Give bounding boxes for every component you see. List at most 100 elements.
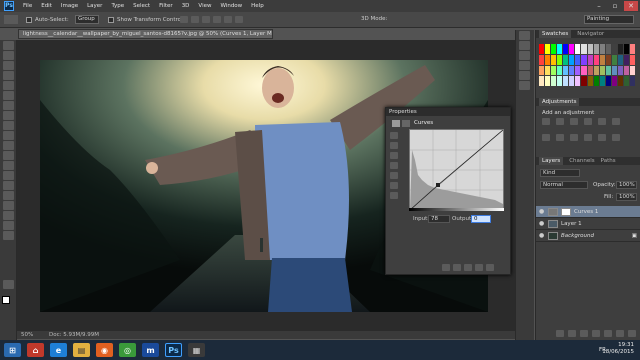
- system-clock[interactable]: 19:31 18/06/2015: [602, 342, 634, 356]
- swatch[interactable]: [557, 76, 563, 86]
- path-select-tool-icon[interactable]: [3, 201, 14, 210]
- swatch[interactable]: [611, 44, 617, 54]
- swatch[interactable]: [599, 44, 605, 54]
- swatch[interactable]: [593, 65, 599, 76]
- swatch[interactable]: [545, 76, 551, 86]
- swatch[interactable]: [539, 54, 545, 65]
- swatch[interactable]: [551, 44, 557, 54]
- swatch[interactable]: [617, 44, 623, 54]
- fill-field[interactable]: 100%: [616, 193, 637, 201]
- swatch[interactable]: [587, 76, 593, 86]
- paragraph-panel-icon[interactable]: [519, 71, 530, 80]
- taskbar-ie-icon[interactable]: e: [50, 343, 67, 357]
- brush-tool-icon[interactable]: [3, 111, 14, 120]
- menu-type[interactable]: Type: [111, 3, 124, 9]
- menu-filter[interactable]: Filter: [159, 3, 173, 9]
- document-tab[interactable]: lightness__calendar__wallpaper_by_miguel…: [18, 29, 273, 39]
- taskbar-chrome-icon[interactable]: ◎: [119, 343, 136, 357]
- swatch[interactable]: [629, 76, 635, 86]
- point-edit-icon[interactable]: [390, 172, 398, 179]
- align-top-icon[interactable]: [180, 16, 188, 23]
- swatch[interactable]: [617, 65, 623, 76]
- marquee-tool-icon[interactable]: [3, 51, 14, 60]
- history-brush-tool-icon[interactable]: [3, 131, 14, 140]
- swatch[interactable]: [617, 54, 623, 65]
- swatch[interactable]: [551, 54, 557, 65]
- new-layer-icon[interactable]: [616, 330, 624, 337]
- swatch[interactable]: [587, 44, 593, 54]
- swatch[interactable]: [581, 65, 587, 76]
- swatch[interactable]: [563, 76, 569, 86]
- tab-swatches[interactable]: Swatches: [539, 30, 572, 38]
- close-icon[interactable]: ✕: [624, 1, 638, 11]
- mask-thumb[interactable]: [561, 207, 571, 216]
- swatch[interactable]: [617, 76, 623, 86]
- reset-icon[interactable]: [464, 264, 472, 271]
- swatch[interactable]: [545, 65, 551, 76]
- swatch[interactable]: [605, 76, 611, 86]
- trash-icon[interactable]: [628, 330, 636, 337]
- opacity-field[interactable]: 100%: [616, 181, 637, 189]
- blend-mode-dropdown[interactable]: Normal: [540, 181, 588, 189]
- type-tool-icon[interactable]: [3, 191, 14, 200]
- swatch[interactable]: [593, 54, 599, 65]
- swatch[interactable]: [569, 54, 575, 65]
- character-panel-icon[interactable]: [519, 61, 530, 70]
- swatch[interactable]: [575, 76, 581, 86]
- menu-file[interactable]: File: [23, 3, 32, 9]
- swatch[interactable]: [593, 44, 599, 54]
- maximize-icon[interactable]: ▫: [608, 1, 622, 11]
- align-right-icon[interactable]: [235, 16, 243, 23]
- hand-tool-icon[interactable]: [3, 221, 14, 230]
- minimize-icon[interactable]: –: [592, 1, 606, 11]
- add-mask-icon[interactable]: [580, 330, 588, 337]
- menu-view[interactable]: View: [198, 3, 211, 9]
- tab-channels[interactable]: Channels: [569, 157, 594, 165]
- menu-image[interactable]: Image: [61, 3, 78, 9]
- eye-icon[interactable]: ●: [539, 220, 545, 227]
- clip-layer-icon[interactable]: [442, 264, 450, 271]
- show-transform-checkbox[interactable]: [108, 17, 114, 23]
- on-image-adjust-icon[interactable]: [390, 132, 398, 139]
- new-group-icon[interactable]: [604, 330, 612, 337]
- mask-icon[interactable]: [402, 120, 410, 127]
- levels-icon[interactable]: [556, 118, 564, 125]
- start-button[interactable]: ⊞: [4, 343, 21, 357]
- curves-graph[interactable]: [409, 129, 504, 211]
- swatch[interactable]: [563, 54, 569, 65]
- auto-select-dropdown[interactable]: Group: [75, 15, 99, 24]
- smooth-curve-icon[interactable]: [390, 192, 398, 199]
- align-left-icon[interactable]: [213, 16, 221, 23]
- swatch[interactable]: [581, 44, 587, 54]
- swatch[interactable]: [629, 54, 635, 65]
- swatch[interactable]: [629, 65, 635, 76]
- swatch[interactable]: [605, 54, 611, 65]
- tab-layers[interactable]: Layers: [539, 157, 564, 165]
- swatch[interactable]: [557, 65, 563, 76]
- shape-tool-icon[interactable]: [3, 211, 14, 220]
- swatch[interactable]: [545, 54, 551, 65]
- gradient-tool-icon[interactable]: [3, 151, 14, 160]
- eraser-tool-icon[interactable]: [3, 141, 14, 150]
- swatch[interactable]: [623, 44, 629, 54]
- photo-filter-icon[interactable]: [570, 134, 578, 141]
- channel-mixer-icon[interactable]: [584, 134, 592, 141]
- swatch[interactable]: [623, 54, 629, 65]
- crop-tool-icon[interactable]: [3, 81, 14, 90]
- link-layers-icon[interactable]: [556, 330, 564, 337]
- swatch[interactable]: [623, 65, 629, 76]
- workspace-dropdown[interactable]: Painting: [584, 15, 634, 24]
- vibrance-icon[interactable]: [598, 118, 606, 125]
- layer-row-layer1[interactable]: ● Layer 1: [536, 218, 640, 230]
- eyedropper-tool-icon[interactable]: [3, 91, 14, 100]
- swatch[interactable]: [611, 65, 617, 76]
- taskbar-app-m[interactable]: m: [142, 343, 159, 357]
- swatch[interactable]: [605, 65, 611, 76]
- swatch[interactable]: [569, 65, 575, 76]
- auto-select-checkbox[interactable]: [26, 17, 32, 23]
- swatch[interactable]: [593, 76, 599, 86]
- taskbar-app-8[interactable]: ▦: [188, 343, 205, 357]
- invert-icon[interactable]: [612, 134, 620, 141]
- swatch[interactable]: [587, 65, 593, 76]
- menu-edit[interactable]: Edit: [41, 3, 52, 9]
